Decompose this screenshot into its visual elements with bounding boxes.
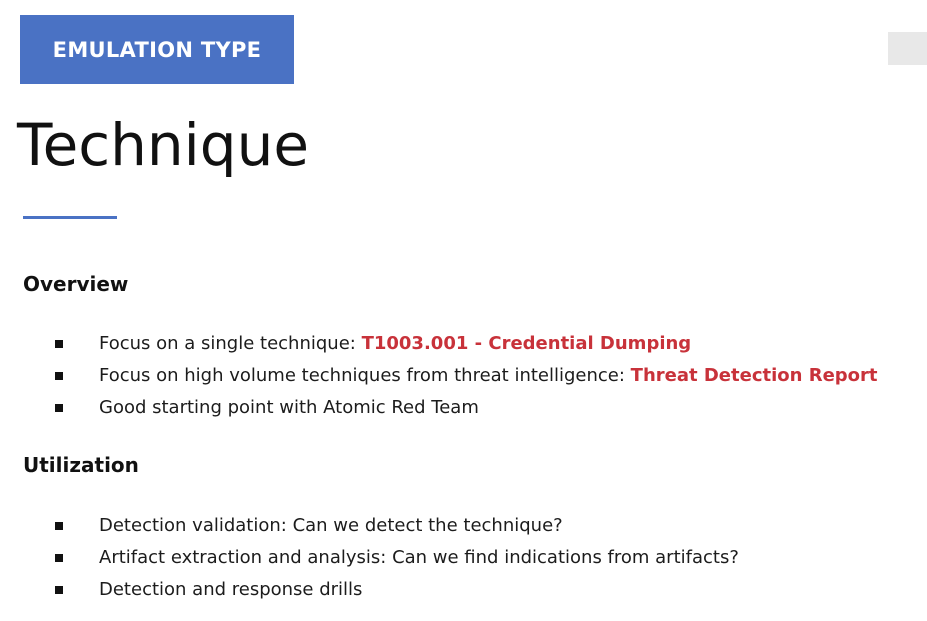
bullet-square-icon [55, 404, 63, 412]
title-underline [23, 216, 117, 219]
bullet-square-icon [55, 554, 63, 562]
technique-id-link[interactable]: T1003.001 - Credential Dumping [362, 333, 692, 354]
overview-item-2-label: Focus on high volume techniques from thr… [99, 365, 631, 386]
corner-panel [888, 32, 927, 65]
slide-title: Technique [17, 111, 310, 179]
threat-detection-report-link[interactable]: Threat Detection Report [631, 365, 878, 386]
bullet-square-icon [55, 586, 63, 594]
bullet-square-icon [55, 522, 63, 530]
overview-item-3-label: Good starting point with Atomic Red Team [99, 397, 479, 418]
emulation-type-badge: EMULATION TYPE [20, 15, 294, 84]
utilization-heading: Utilization [23, 453, 139, 477]
overview-item-2-text: Focus on high volume techniques from thr… [99, 363, 878, 389]
utilization-item-3-text: Detection and response drills [99, 579, 363, 600]
badge-label: EMULATION TYPE [52, 37, 262, 62]
overview-item-3-text: Good starting point with Atomic Red Team [99, 395, 479, 421]
bullet-square-icon [55, 372, 63, 380]
overview-heading: Overview [23, 272, 129, 296]
overview-item-1-label: Focus on a single technique: [99, 333, 362, 354]
utilization-item-1-text: Detection validation: Can we detect the … [99, 515, 563, 536]
overview-item-1-text: Focus on a single technique: T1003.001 -… [99, 331, 691, 357]
bullet-square-icon [55, 340, 63, 348]
utilization-item-2-text: Artifact extraction and analysis: Can we… [99, 547, 739, 568]
